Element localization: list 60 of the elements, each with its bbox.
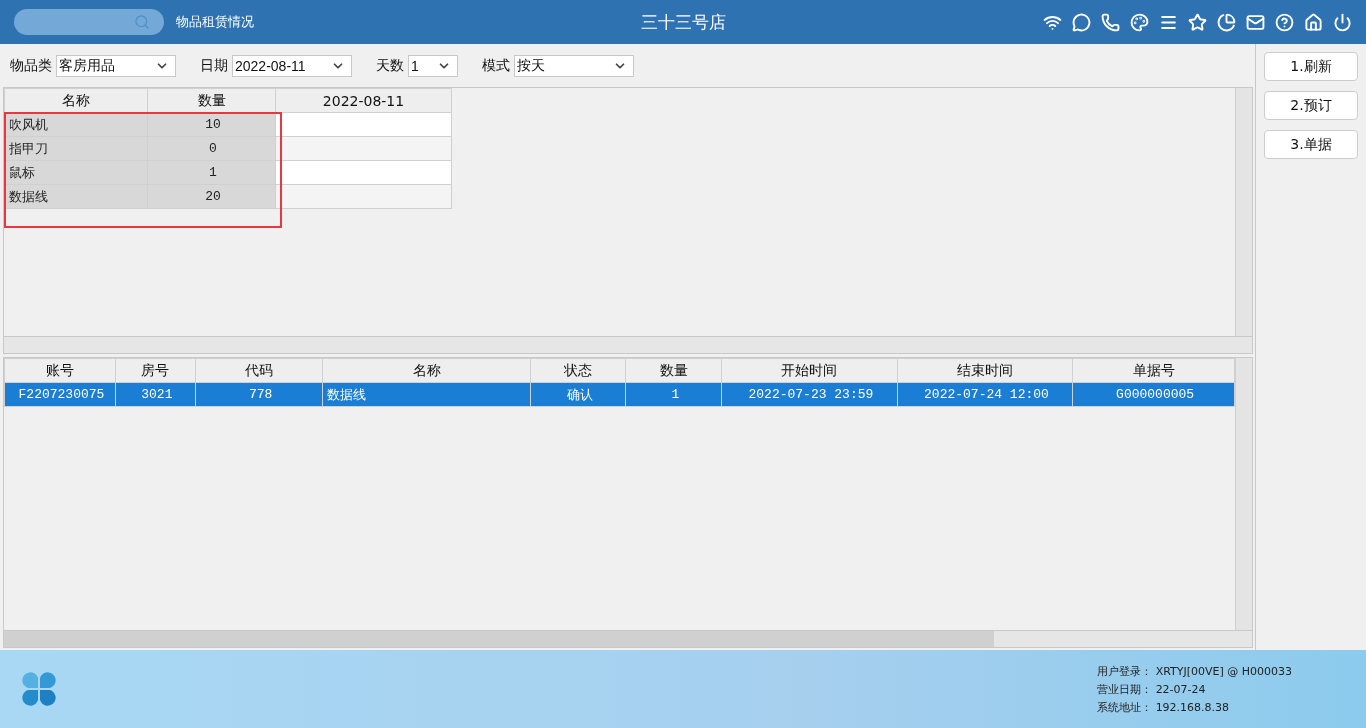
status-info: 营业日期： 22-07-24 [1097, 681, 1207, 697]
search-field[interactable] [14, 9, 164, 35]
column-header: 名称 [4, 88, 148, 113]
status-info: 用户登录： XRTYJ[00VE] @ H000033 [1097, 663, 1292, 679]
status-info: 系统地址： 192.168.8.38 [1097, 699, 1231, 715]
table-cell: 10 [147, 112, 276, 137]
column-header: 状态 [530, 358, 626, 383]
help-icon[interactable] [1275, 12, 1294, 32]
table-cell: 鼠标 [4, 160, 148, 185]
home-icon[interactable] [1304, 12, 1323, 32]
mail-icon[interactable] [1246, 12, 1265, 32]
phone-icon[interactable] [1101, 12, 1120, 32]
action-button[interactable]: 2.预订 [1264, 91, 1358, 120]
search-icon [134, 14, 150, 30]
table-cell[interactable]: 1 [625, 382, 722, 407]
vertical-scrollbar[interactable] [1235, 88, 1252, 336]
table-cell[interactable]: 确认 [530, 382, 626, 407]
page-title: 物品租赁情况 [176, 13, 254, 31]
column-header: 名称 [322, 358, 531, 383]
column-header: 账号 [4, 358, 116, 383]
table-cell[interactable]: 2022-07-23 23:59 [721, 382, 898, 407]
horizontal-scrollbar[interactable] [4, 630, 1252, 647]
clover-logo-icon [20, 670, 58, 708]
palette-icon[interactable] [1130, 12, 1149, 32]
table-cell: 指甲刀 [4, 136, 148, 161]
filter-label: 物品类 [10, 56, 52, 75]
action-button[interactable]: 3.单据 [1264, 130, 1358, 159]
star-icon[interactable] [1188, 12, 1207, 32]
filter-label: 模式 [482, 56, 510, 75]
column-header: 开始时间 [721, 358, 898, 383]
table-cell: 1 [147, 160, 276, 185]
vertical-scrollbar[interactable] [1235, 358, 1252, 630]
filter-label: 日期 [200, 56, 228, 75]
pie-chart-icon[interactable] [1217, 12, 1236, 32]
column-header: 代码 [195, 358, 323, 383]
column-header: 结束时间 [897, 358, 1073, 383]
table-cell: 吹风机 [4, 112, 148, 137]
column-header: 单据号 [1072, 358, 1235, 383]
power-icon[interactable] [1333, 12, 1352, 32]
column-header: 2022-08-11 [275, 88, 452, 113]
table-cell: 0 [147, 136, 276, 161]
table-cell[interactable]: F2207230075 [4, 382, 116, 407]
horizontal-scrollbar[interactable] [4, 336, 1252, 353]
table-cell[interactable]: 778 [195, 382, 323, 407]
filter-label: 天数 [376, 56, 404, 75]
column-header: 数量 [625, 358, 722, 383]
table-cell[interactable]: G000000005 [1072, 382, 1235, 407]
table-cell[interactable]: 数据线 [322, 382, 531, 407]
store-name: 三十三号店 [640, 10, 726, 34]
chat-icon[interactable] [1072, 12, 1091, 32]
action-button[interactable]: 1.刷新 [1264, 52, 1358, 81]
dropdown-field[interactable]: 客房用品 [56, 54, 176, 77]
table-cell: 数据线 [4, 184, 148, 209]
dropdown-field[interactable]: 按天 [514, 54, 634, 77]
column-header: 数量 [147, 88, 276, 113]
dropdown-field[interactable]: 2022-08-11 [232, 54, 352, 77]
column-header: 房号 [115, 358, 196, 383]
dropdown-field[interactable]: 1 [408, 54, 458, 77]
table-cell: 20 [147, 184, 276, 209]
table-cell[interactable]: 2022-07-24 12:00 [897, 382, 1073, 407]
